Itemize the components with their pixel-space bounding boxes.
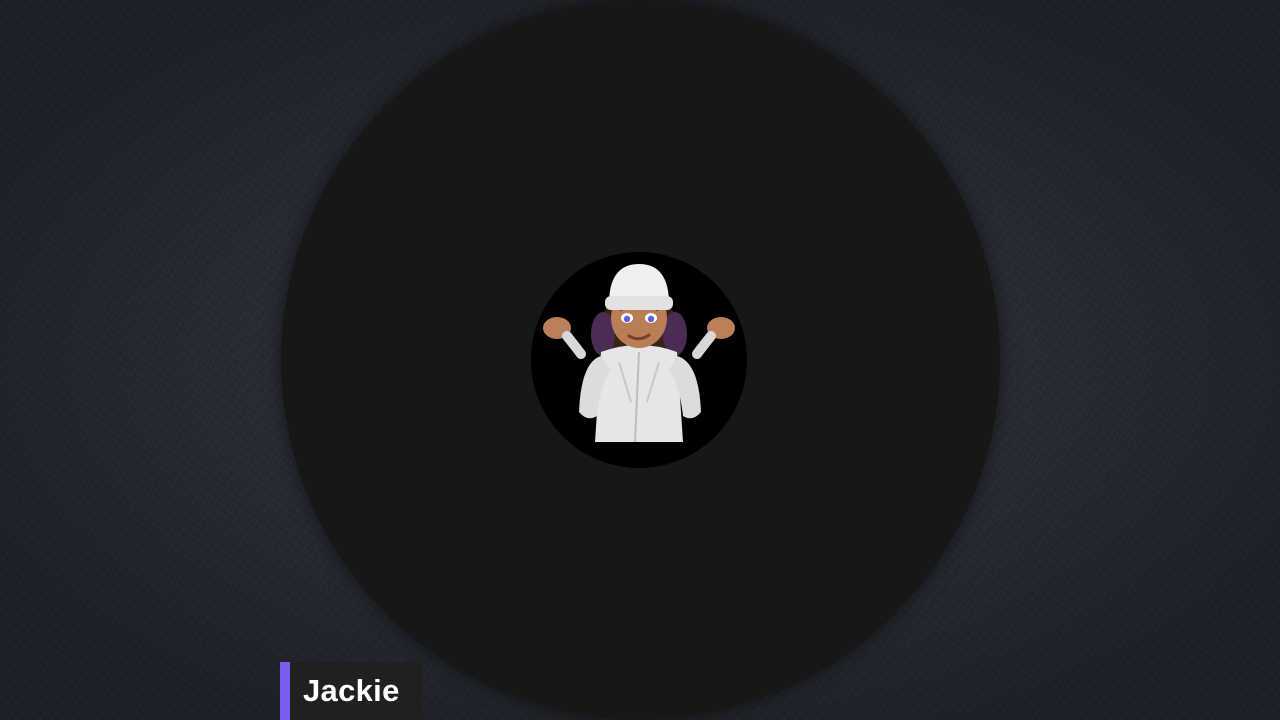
participant-name: Jackie (303, 673, 400, 708)
nameplate-accent-bar (280, 662, 290, 720)
call-screen: { "participant": { "name": "Jackie", "av… (0, 0, 1280, 720)
participant-nameplate: Jackie (280, 662, 422, 720)
memoji-shrug-avatar-icon (543, 264, 735, 443)
participant-avatar (531, 252, 747, 468)
